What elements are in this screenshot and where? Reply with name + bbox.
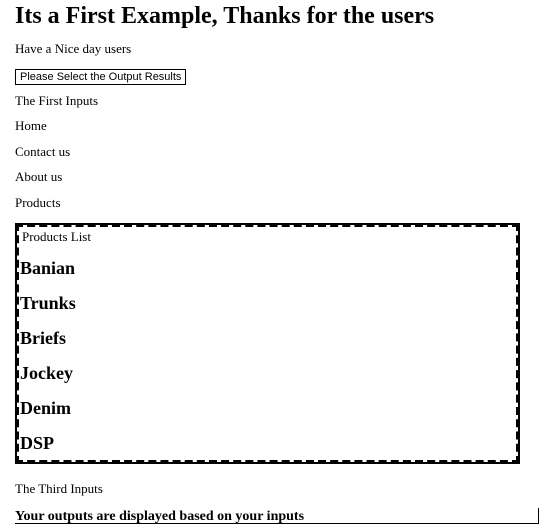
product-item-banian[interactable]: Banian	[20, 257, 75, 279]
product-item-trunks[interactable]: Trunks	[20, 292, 76, 314]
third-inputs-label: The Third Inputs	[15, 481, 103, 496]
greeting-text: Have a Nice day users	[15, 41, 132, 56]
product-item-dsp[interactable]: DSP	[20, 432, 54, 454]
page-title: Its a First Example, Thanks for the user…	[15, 3, 435, 29]
nav-item-about-us[interactable]: About us	[15, 169, 62, 185]
product-item-jockey[interactable]: Jockey	[20, 362, 73, 384]
products-list-box: Products List Banian Trunks Briefs Jocke…	[15, 223, 520, 464]
first-inputs-label: The First Inputs	[15, 93, 99, 108]
nav-item-home[interactable]: Home	[15, 118, 47, 134]
product-item-denim[interactable]: Denim	[20, 397, 71, 419]
product-item-briefs[interactable]: Briefs	[20, 327, 66, 349]
right-divider	[538, 508, 539, 524]
nav-item-products[interactable]: Products	[15, 195, 61, 211]
bottom-divider	[15, 523, 539, 524]
select-output-results-button[interactable]: Please Select the Output Results	[15, 69, 187, 85]
products-list-title: Products List	[22, 229, 91, 244]
nav-item-contact-us[interactable]: Contact us	[15, 144, 70, 160]
